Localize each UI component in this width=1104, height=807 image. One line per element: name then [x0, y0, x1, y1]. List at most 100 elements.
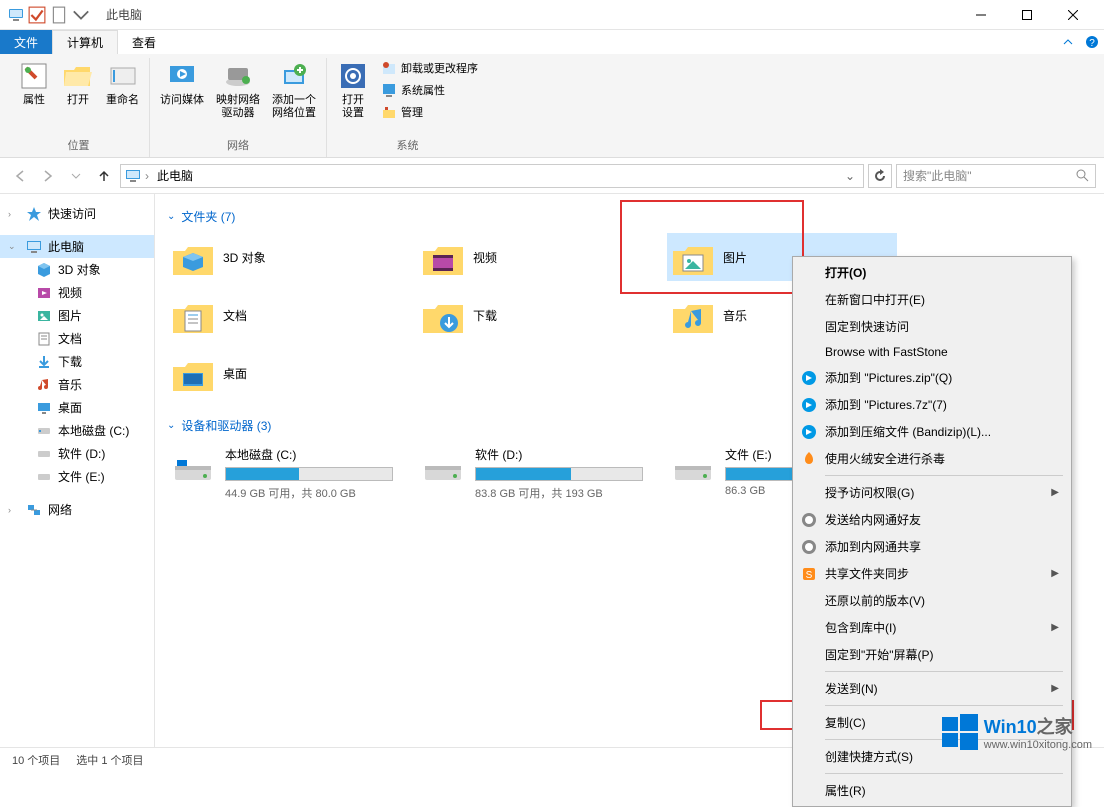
bandizip-icon — [801, 424, 817, 440]
close-button[interactable] — [1050, 0, 1096, 30]
open-button[interactable]: 打开 — [58, 58, 98, 135]
sidebar-item[interactable]: 桌面 — [0, 396, 154, 419]
sidebar-item[interactable]: 视频 — [0, 281, 154, 304]
properties-label: 属性 — [23, 94, 45, 107]
add-location-button[interactable]: 添加一个 网络位置 — [268, 58, 320, 135]
folder-item[interactable]: 下载 — [417, 291, 647, 339]
network-group-label: 网络 — [227, 135, 249, 157]
sidebar-item[interactable]: 3D 对象 — [0, 258, 154, 281]
intranet-icon — [801, 512, 817, 528]
collapse-ribbon-button[interactable] — [1056, 30, 1080, 54]
window-title: 此电脑 — [98, 6, 958, 23]
ctx-pin-start[interactable]: 固定到"开始"屏幕(P) — [795, 641, 1069, 668]
ctx-huorong-scan[interactable]: 使用火绒安全进行杀毒 — [795, 445, 1069, 472]
ctx-include-library[interactable]: 包含到库中(I)▶ — [795, 614, 1069, 641]
sidebar-item[interactable]: 文档 — [0, 327, 154, 350]
sidebar-item[interactable]: 下载 — [0, 350, 154, 373]
drive-item[interactable]: 软件 (D:)83.8 GB 可用，共 193 GB — [417, 442, 647, 505]
sidebar-label: 快速访问 — [48, 205, 96, 222]
watermark: Win10之家 www.win10xitong.com — [942, 713, 1092, 751]
ctx-add-zip[interactable]: 添加到 "Pictures.zip"(Q) — [795, 364, 1069, 391]
ctx-add-bandizip[interactable]: 添加到压缩文件 (Bandizip)(L)... — [795, 418, 1069, 445]
sidebar-item-this-pc[interactable]: ⌄ 此电脑 — [0, 235, 154, 258]
ctx-restore-previous[interactable]: 还原以前的版本(V) — [795, 587, 1069, 614]
back-button[interactable] — [8, 164, 32, 188]
recent-button[interactable] — [64, 164, 88, 188]
quick-access-toolbar — [28, 6, 90, 24]
refresh-button[interactable] — [868, 164, 892, 188]
system-properties-button[interactable]: 系统属性 — [377, 80, 482, 100]
manage-label: 管理 — [401, 104, 423, 120]
search-placeholder: 搜索"此电脑" — [903, 167, 972, 184]
folder-item[interactable]: 桌面 — [167, 349, 397, 397]
qat-doc-icon[interactable] — [50, 6, 68, 24]
search-icon — [1076, 169, 1089, 182]
pc-icon — [8, 7, 24, 23]
uninstall-button[interactable]: 卸载或更改程序 — [377, 58, 482, 78]
sidebar-item[interactable]: 音乐 — [0, 373, 154, 396]
qat-dropdown-icon[interactable] — [72, 6, 90, 24]
tab-view[interactable]: 查看 — [118, 30, 170, 54]
sync-icon: S — [801, 566, 817, 582]
access-media-button[interactable]: 访问媒体 — [156, 58, 208, 135]
system-group-label: 系统 — [397, 135, 419, 157]
ctx-sync-shared[interactable]: S 共享文件夹同步▶ — [795, 560, 1069, 587]
properties-button[interactable]: 属性 — [14, 58, 54, 135]
sidebar-item[interactable]: 软件 (D:) — [0, 442, 154, 465]
pc-icon — [125, 168, 141, 184]
ctx-open[interactable]: 打开(O) — [795, 259, 1069, 286]
intranet-icon — [801, 539, 817, 555]
address-path[interactable]: › 此电脑 ⌄ — [120, 164, 864, 188]
sys-props-label: 系统属性 — [401, 82, 445, 98]
group-header-folders[interactable]: ⌄ 文件夹 (7) — [167, 208, 1092, 225]
sidebar-item-network[interactable]: › 网络 — [0, 498, 154, 521]
sidebar-item[interactable]: 图片 — [0, 304, 154, 327]
status-selected: 选中 1 个项目 — [76, 752, 143, 768]
breadcrumb[interactable]: 此电脑 — [153, 167, 197, 184]
location-group-label: 位置 — [68, 135, 90, 157]
ctx-send-intranet[interactable]: 发送给内网通好友 — [795, 506, 1069, 533]
help-button[interactable]: ? — [1080, 30, 1104, 54]
folder-item[interactable]: 3D 对象 — [167, 233, 397, 281]
bandizip-icon — [801, 370, 817, 386]
search-input[interactable]: 搜索"此电脑" — [896, 164, 1096, 188]
sidebar-item[interactable]: 文件 (E:) — [0, 465, 154, 488]
ctx-add-7z[interactable]: 添加到 "Pictures.7z"(7) — [795, 391, 1069, 418]
tab-file[interactable]: 文件 — [0, 30, 52, 54]
titlebar: 此电脑 — [0, 0, 1104, 30]
huorong-icon — [801, 451, 817, 467]
group-header-label: 文件夹 (7) — [181, 208, 235, 225]
forward-button[interactable] — [36, 164, 60, 188]
map-drive-button[interactable]: 映射网络 驱动器 — [212, 58, 264, 135]
rename-button[interactable]: 重命名 — [102, 58, 143, 135]
up-button[interactable] — [92, 164, 116, 188]
qat-checkbox-icon[interactable] — [28, 6, 46, 24]
open-settings-button[interactable]: 打开 设置 — [333, 58, 373, 135]
open-settings-label: 打开 设置 — [342, 94, 364, 120]
ctx-pin-quick-access[interactable]: 固定到快速访问 — [795, 313, 1069, 340]
uninstall-label: 卸载或更改程序 — [401, 60, 478, 76]
ctx-send-to[interactable]: 发送到(N)▶ — [795, 675, 1069, 702]
ctx-add-intranet-share[interactable]: 添加到内网通共享 — [795, 533, 1069, 560]
tab-computer[interactable]: 计算机 — [52, 30, 118, 54]
bandizip-icon — [801, 397, 817, 413]
drive-item[interactable]: 本地磁盘 (C:)44.9 GB 可用，共 80.0 GB — [167, 442, 397, 505]
status-count: 10 个项目 — [12, 752, 60, 768]
maximize-button[interactable] — [1004, 0, 1050, 30]
ctx-properties[interactable]: 属性(R) — [795, 777, 1069, 804]
ctx-faststone[interactable]: Browse with FastStone — [795, 340, 1069, 364]
open-label: 打开 — [67, 94, 89, 107]
sidebar-item-quick-access[interactable]: › 快速访问 — [0, 202, 154, 225]
minimize-button[interactable] — [958, 0, 1004, 30]
sidebar-item[interactable]: 本地磁盘 (C:) — [0, 419, 154, 442]
ctx-open-new-window[interactable]: 在新窗口中打开(E) — [795, 286, 1069, 313]
watermark-title: Win10之家 — [984, 713, 1092, 739]
svg-text:?: ? — [1089, 38, 1095, 49]
manage-button[interactable]: 管理 — [377, 102, 482, 122]
window-controls — [958, 0, 1096, 30]
ctx-grant-access[interactable]: 授予访问权限(G)▶ — [795, 479, 1069, 506]
folder-item[interactable]: 文档 — [167, 291, 397, 339]
svg-text:S: S — [806, 570, 813, 581]
address-dropdown-icon[interactable]: ⌄ — [841, 169, 859, 183]
folder-item[interactable]: 视频 — [417, 233, 647, 281]
